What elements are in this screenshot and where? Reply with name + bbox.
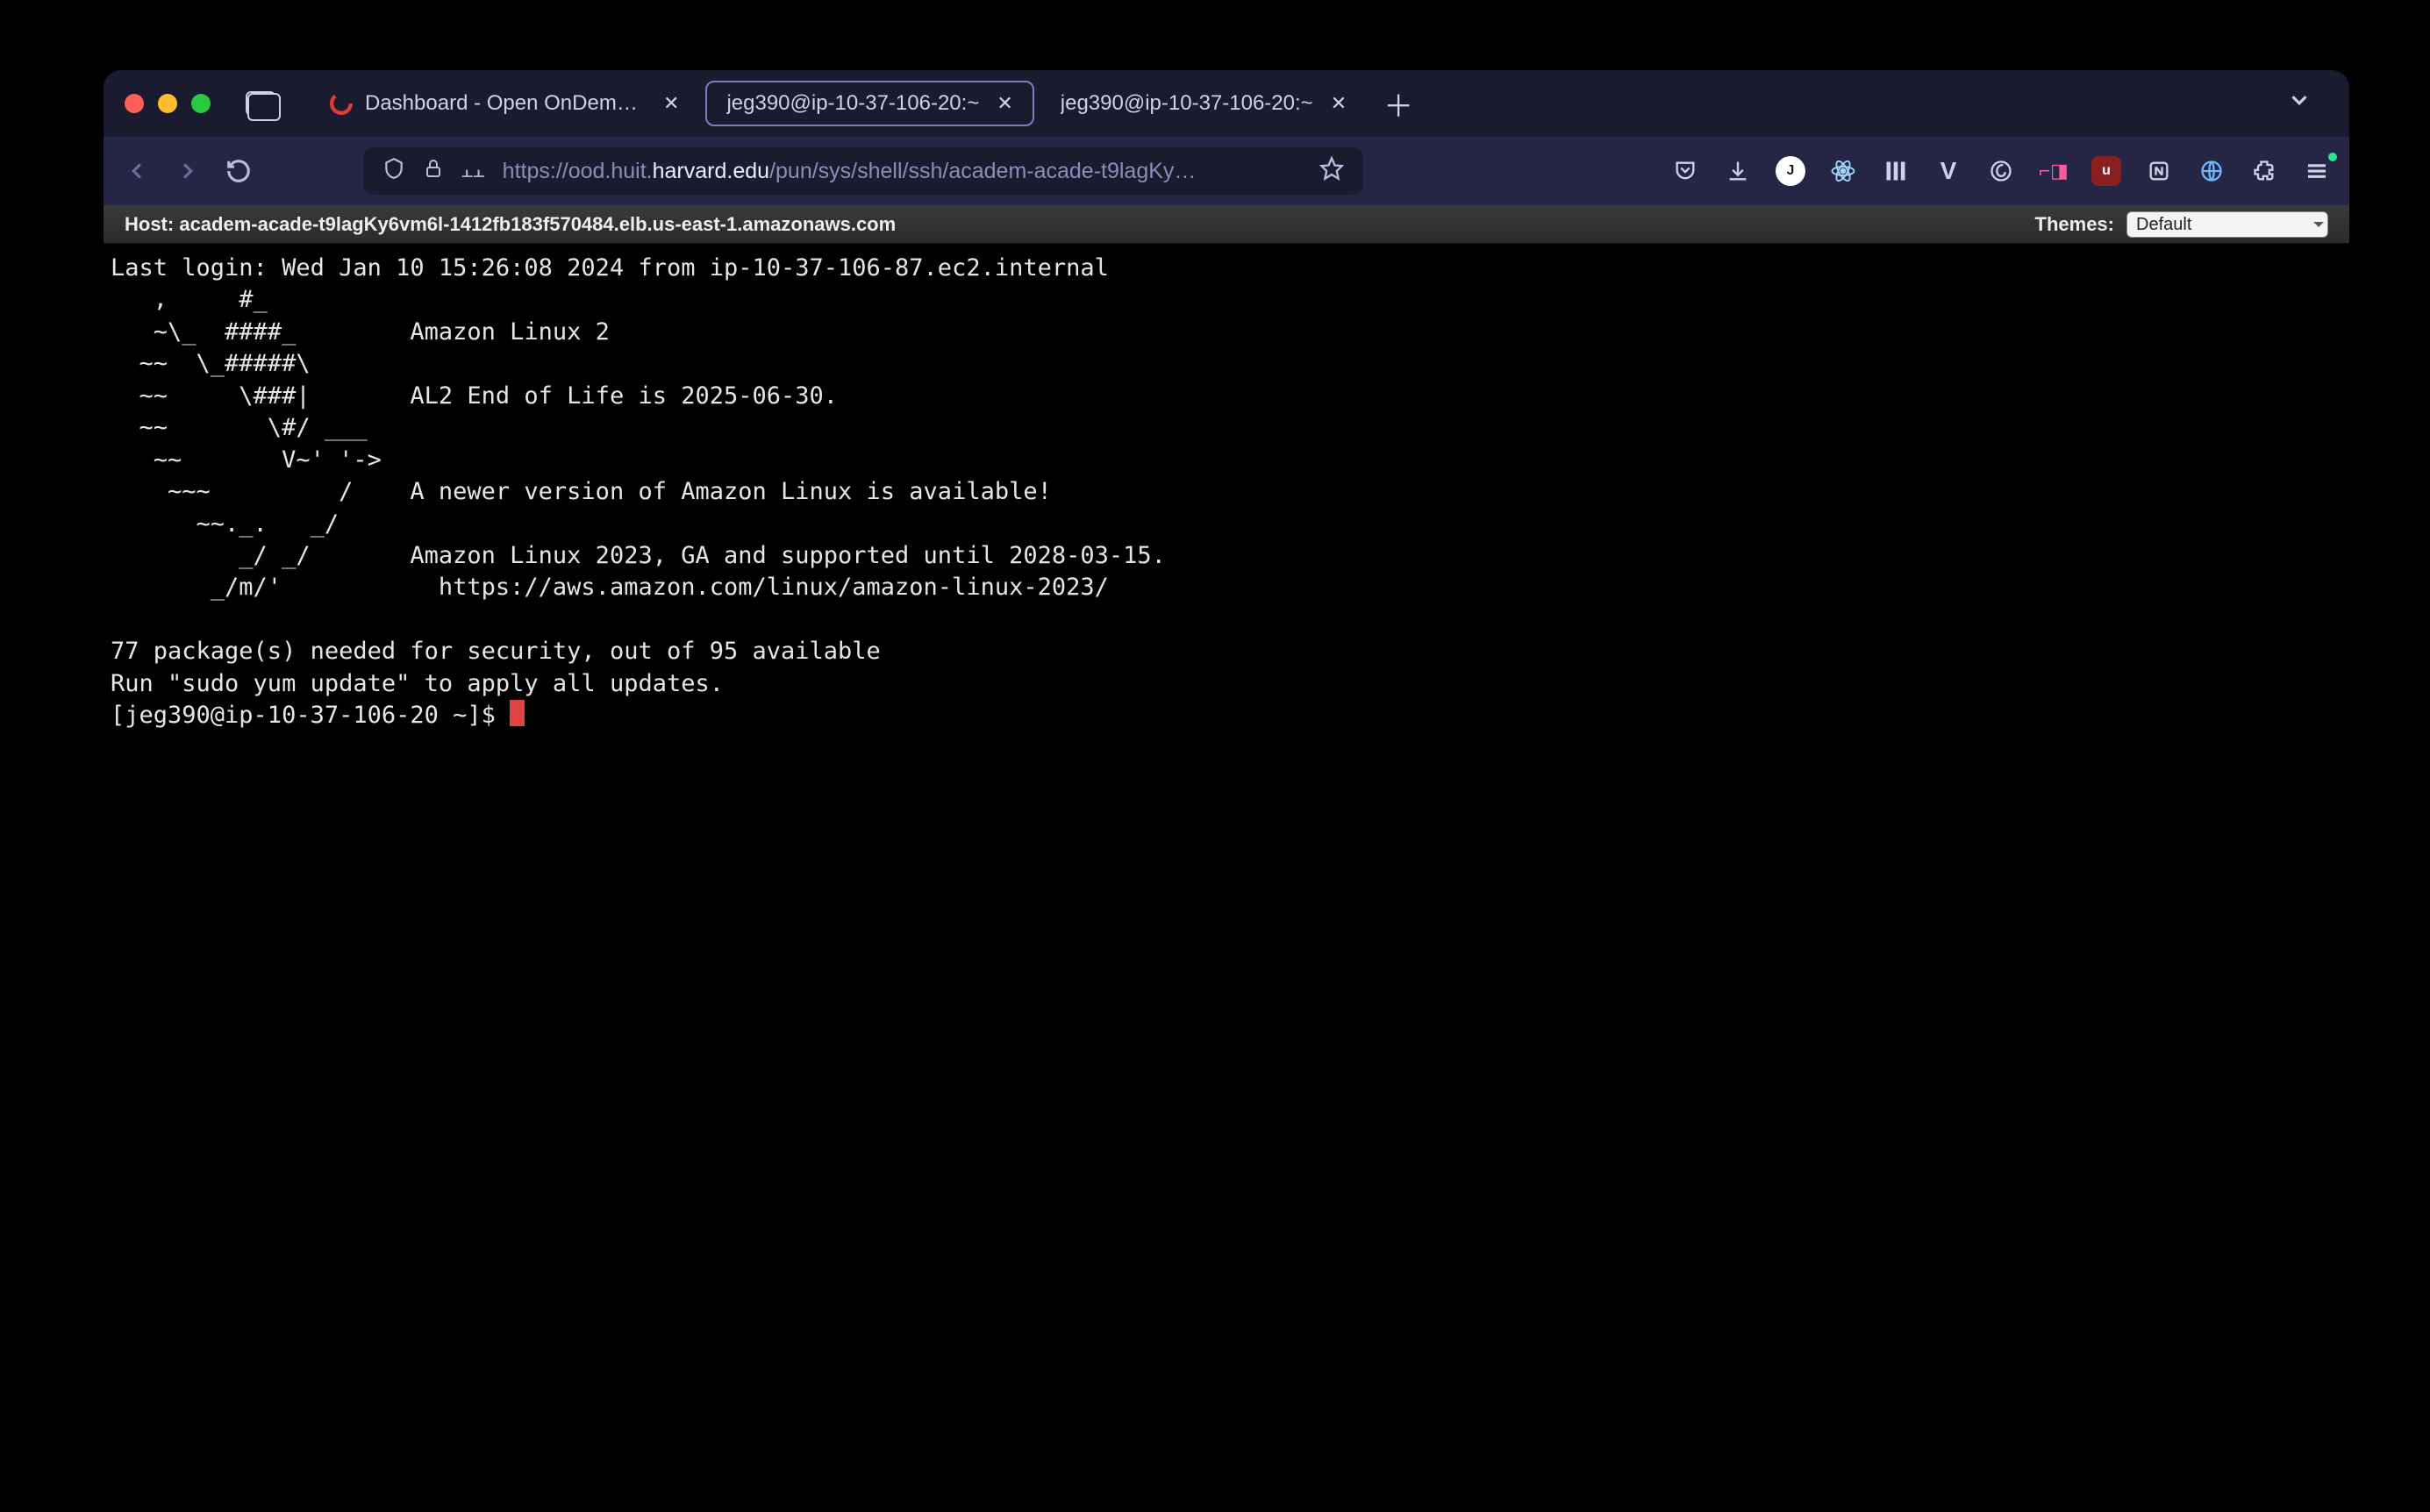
navigation-bar: ⫠⫠ https://ood.huit.harvard.edu/pun/sys/… <box>104 137 2349 205</box>
sidebar-toggle-icon[interactable] <box>246 91 275 116</box>
terminal[interactable]: Last login: Wed Jan 10 15:26:08 2024 fro… <box>104 244 2349 1386</box>
list-tabs-button[interactable] <box>2286 87 2312 120</box>
react-devtools-icon[interactable] <box>1828 156 1858 186</box>
window-controls <box>125 94 211 113</box>
v-extension-icon[interactable]: V <box>1933 156 1963 186</box>
shell-host-bar: Host: academ-acade-t9lagKy6vm6l-1412fb18… <box>104 205 2349 244</box>
lock-icon[interactable] <box>423 158 444 185</box>
tab-label: jeg390@ip-10-37-106-20:~ <box>726 91 979 116</box>
terminal-cursor <box>510 700 525 726</box>
themes-label: Themes: <box>2035 213 2114 236</box>
downloads-icon[interactable] <box>1723 156 1753 186</box>
close-tab-icon[interactable]: ✕ <box>663 92 679 115</box>
url-text: https://ood.huit.harvard.edu/pun/sys/she… <box>503 159 1302 184</box>
close-window-button[interactable] <box>125 94 144 113</box>
globe-extension-icon[interactable] <box>2197 156 2226 186</box>
terminal-motd: Last login: Wed Jan 10 15:26:08 2024 fro… <box>111 254 1166 697</box>
new-tab-button[interactable]: ＋ <box>1383 82 1413 125</box>
notion-extension-icon[interactable] <box>2144 156 2174 186</box>
close-tab-icon[interactable]: ✕ <box>997 92 1012 115</box>
extension-grid-icon[interactable] <box>1881 156 1911 186</box>
app-menu-button[interactable] <box>2302 156 2332 186</box>
ondemand-favicon-icon <box>330 92 353 115</box>
reload-button[interactable] <box>223 158 254 184</box>
browser-window: Dashboard - Open OnDemand ✕ jeg390@ip-10… <box>104 70 2349 1386</box>
terminal-prompt: [jeg390@ip-10-37-106-20 ~]$ <box>111 702 510 729</box>
tab-ssh-active[interactable]: jeg390@ip-10-37-106-20:~ ✕ <box>705 81 1033 126</box>
tab-ssh-2[interactable]: jeg390@ip-10-37-106-20:~ ✕ <box>1041 81 1366 126</box>
ublock-icon[interactable]: u <box>2091 156 2121 186</box>
back-button[interactable] <box>121 158 153 184</box>
theme-select[interactable]: Default <box>2126 211 2328 238</box>
address-bar[interactable]: ⫠⫠ https://ood.huit.harvard.edu/pun/sys/… <box>363 147 1363 195</box>
vodafone-extension-icon[interactable] <box>1986 156 2016 186</box>
tab-dashboard[interactable]: Dashboard - Open OnDemand ✕ <box>311 81 698 126</box>
profile-avatar-icon[interactable]: J <box>1776 156 1805 186</box>
close-tab-icon[interactable]: ✕ <box>1331 92 1347 115</box>
tab-label: jeg390@ip-10-37-106-20:~ <box>1061 91 1313 116</box>
glasses-extension-icon[interactable]: ⌐◨ <box>2039 156 2069 186</box>
tab-strip: Dashboard - Open OnDemand ✕ jeg390@ip-10… <box>104 70 2349 137</box>
forward-button[interactable] <box>172 158 204 184</box>
shield-icon[interactable] <box>382 157 405 186</box>
toolbar-right: J V ⌐◨ u <box>1670 156 2332 186</box>
host-label: Host: academ-acade-t9lagKy6vm6l-1412fb18… <box>125 213 896 236</box>
tab-label: Dashboard - Open OnDemand <box>365 91 646 116</box>
bookmark-star-icon[interactable] <box>1319 156 1344 187</box>
minimize-window-button[interactable] <box>158 94 177 113</box>
maximize-window-button[interactable] <box>191 94 211 113</box>
pocket-icon[interactable] <box>1670 156 1700 186</box>
extensions-icon[interactable] <box>2249 156 2279 186</box>
permissions-icon[interactable]: ⫠⫠ <box>461 160 485 182</box>
